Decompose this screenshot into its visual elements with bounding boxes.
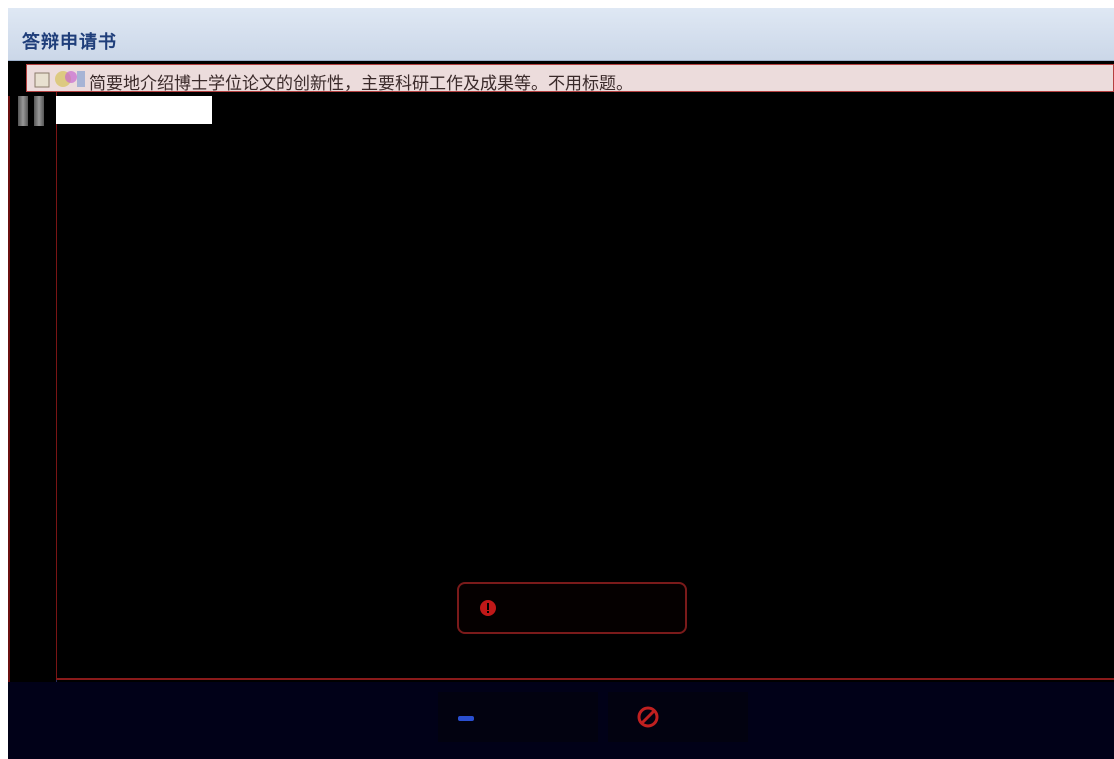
info-icon: [33, 67, 87, 91]
rich-text-editor[interactable]: [56, 92, 1114, 680]
dialog-titlebar: 答辩申请书: [8, 8, 1114, 61]
editor-toolbar-fragment: [56, 96, 212, 124]
left-toolbar-strip: [8, 96, 57, 706]
dialog-window: 答辩申请书 简要地介绍博士学位论文的创新性，主要科研工作及成果等。不用标题。: [8, 8, 1114, 759]
minus-icon: [458, 716, 474, 721]
instruction-text: 简要地介绍博士学位论文的创新性，主要科研工作及成果等。不用标题。: [89, 74, 633, 94]
cancel-button[interactable]: [608, 692, 748, 742]
cancel-icon: [637, 706, 659, 728]
alert-icon: [479, 599, 497, 617]
dialog-title: 答辩申请书: [22, 32, 117, 53]
editor-status-badge: [457, 582, 687, 634]
toolbar-handle[interactable]: [34, 96, 44, 126]
window-edge: [8, 96, 10, 706]
toolbar-handle[interactable]: [18, 96, 28, 126]
dialog-footer: [8, 682, 1114, 759]
confirm-button[interactable]: [438, 692, 598, 742]
instruction-bar: 简要地介绍博士学位论文的创新性，主要科研工作及成果等。不用标题。: [26, 64, 1114, 94]
